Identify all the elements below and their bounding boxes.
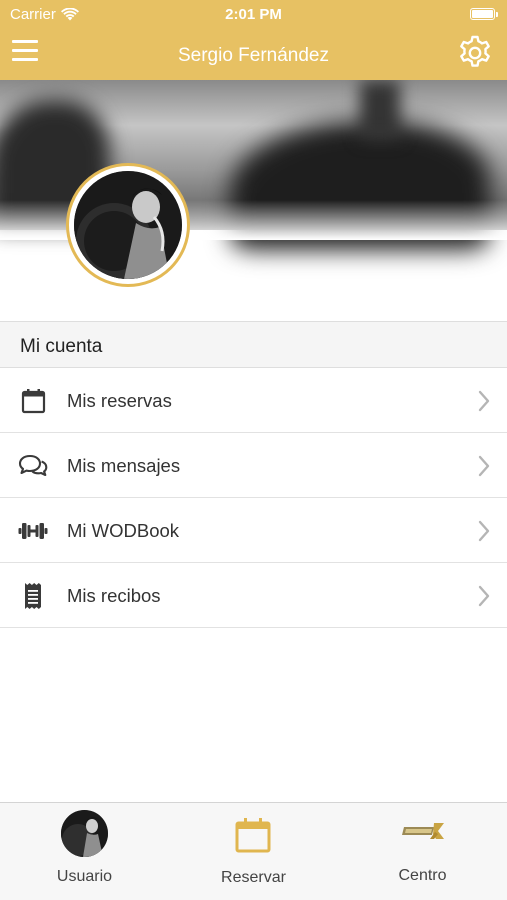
menu-item-label: Mis mensajes — [67, 455, 181, 476]
chat-bubbles-icon — [18, 452, 48, 480]
menu-item-reservas[interactable]: Mis reservas — [0, 368, 507, 433]
menu-item-wodbook[interactable]: Mi WODBook — [0, 498, 507, 563]
menu-item-label: Mis reservas — [67, 390, 172, 411]
tab-label: Centro — [398, 867, 447, 884]
menu-item-label: Mis recibos — [67, 585, 161, 606]
menu-item-mensajes[interactable]: Mis mensajes — [0, 433, 507, 498]
tab-label: Usuario — [56, 868, 113, 885]
chevron-right-icon — [477, 519, 491, 543]
tab-reservar[interactable]: Reservar — [169, 803, 338, 900]
user-avatar — [61, 810, 108, 857]
tab-bar: Usuario Reservar Centro — [0, 802, 507, 900]
section-title: Mi cuenta — [20, 336, 103, 357]
calendar-icon — [235, 817, 271, 853]
chevron-right-icon — [477, 454, 491, 478]
status-bar: Carrier 2:01 PM — [0, 0, 507, 28]
gear-icon[interactable] — [456, 34, 494, 72]
receipt-icon — [18, 582, 48, 610]
tab-centro[interactable]: Centro — [338, 803, 507, 900]
dumbbell-icon — [18, 517, 48, 545]
calendar-icon — [18, 387, 48, 415]
navigation-bar: Carrier 2:01 PM Sergio Fernández — [0, 0, 507, 80]
profile-avatar[interactable] — [66, 163, 190, 287]
page-title: Sergio Fernández — [177, 45, 330, 66]
chevron-right-icon — [477, 389, 491, 413]
battery-icon — [470, 8, 498, 20]
section-header-account: Mi cuenta — [0, 321, 507, 368]
menu-item-label: Mi WODBook — [67, 520, 180, 541]
center-logo — [400, 821, 446, 841]
chevron-right-icon — [477, 584, 491, 608]
clock: 2:01 PM — [225, 6, 282, 23]
tab-label: Reservar — [221, 869, 286, 886]
tab-usuario[interactable]: Usuario — [0, 803, 169, 900]
menu-item-recibos[interactable]: Mis recibos — [0, 563, 507, 628]
